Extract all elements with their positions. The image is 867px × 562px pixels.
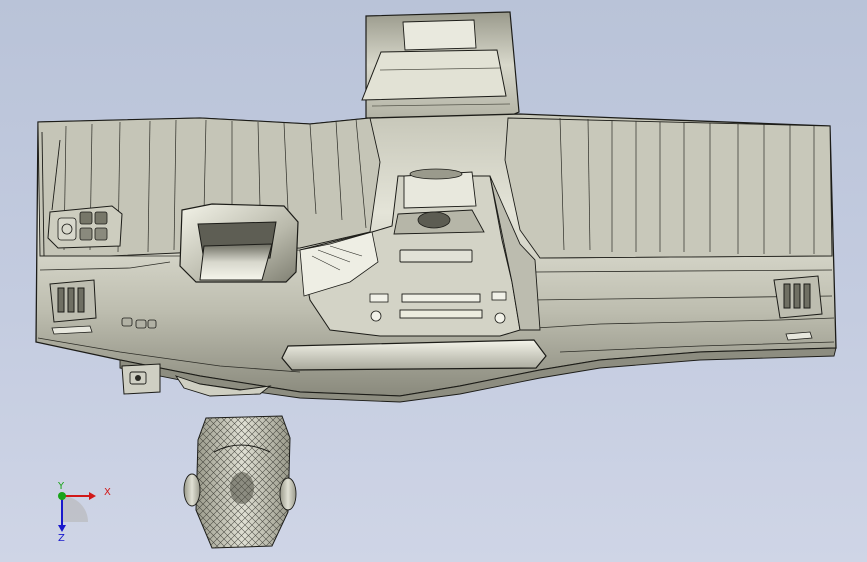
dashboard-model[interactable] <box>0 0 867 562</box>
driver-head-mesh <box>183 415 297 549</box>
mount-bracket <box>121 363 161 395</box>
x-axis-label: X <box>104 487 111 498</box>
graphics-viewport[interactable]: X Y Z <box>0 0 867 562</box>
instrument-cluster <box>179 203 299 283</box>
coordinate-triad: X Y Z <box>46 480 116 550</box>
y-axis-label: Y <box>58 481 65 492</box>
z-axis-label: Z <box>58 533 65 544</box>
switch-panel <box>47 205 123 249</box>
